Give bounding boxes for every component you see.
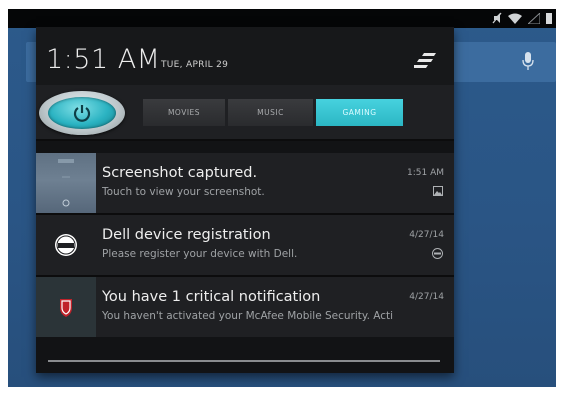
image-icon: [433, 186, 443, 196]
tab-music[interactable]: MUSIC: [228, 99, 313, 126]
power-mode-center: [48, 97, 116, 129]
dell-small-icon: [432, 248, 443, 259]
screenshot-preview-icon: [58, 159, 74, 207]
status-bar: [8, 9, 556, 28]
mode-selector: MOVIES MUSIC GAMING: [36, 85, 454, 139]
notification-body: You haven't activated your McAfee Mobile…: [102, 310, 394, 322]
mcafee-thumbnail: [36, 277, 96, 337]
quick-settings-icon[interactable]: [414, 53, 436, 69]
notification-time: 4/27/14: [409, 230, 444, 240]
notification-body: Touch to view your screenshot.: [102, 186, 265, 198]
power-mode-button[interactable]: [39, 91, 125, 135]
signal-icon: [528, 12, 540, 24]
clock-time: 1:51 AM: [46, 44, 161, 75]
shade-header: 1:51 AM TUE, APRIL 29: [36, 27, 454, 85]
wifi-icon: [508, 13, 522, 24]
notification-item-mcafee[interactable]: You have 1 critical notification You hav…: [36, 277, 454, 337]
notification-body: Please register your device with Dell.: [102, 248, 298, 260]
divider: [36, 139, 454, 141]
device-screen: 1:51 AM TUE, APRIL 29 MOVIES MUSIC GAMIN…: [8, 9, 556, 387]
power-icon: [73, 105, 91, 122]
notification-shade: 1:51 AM TUE, APRIL 29 MOVIES MUSIC GAMIN…: [36, 27, 454, 373]
notification-title: Dell device registration: [102, 227, 271, 243]
notification-item-screenshot[interactable]: Screenshot captured. Touch to view your …: [36, 153, 454, 213]
microphone-icon[interactable]: [522, 52, 534, 70]
tab-movies[interactable]: MOVIES: [143, 99, 225, 126]
shade-drag-handle[interactable]: [48, 360, 440, 362]
notification-title: Screenshot captured.: [102, 165, 258, 181]
clock-date: TUE, APRIL 29: [161, 60, 229, 70]
tab-gaming[interactable]: GAMING: [316, 99, 403, 126]
notification-title: You have 1 critical notification: [102, 289, 321, 305]
notification-item-dell[interactable]: Dell device registration Please register…: [36, 215, 454, 275]
dell-thumbnail: [36, 215, 96, 275]
mcafee-shield-icon: [60, 299, 72, 317]
dell-logo-icon: [55, 234, 77, 256]
screenshot-thumbnail: [36, 153, 96, 213]
battery-icon: [546, 13, 552, 24]
mute-icon: [492, 12, 502, 24]
notification-time: 4/27/14: [409, 292, 444, 302]
notification-time: 1:51 AM: [407, 168, 444, 178]
